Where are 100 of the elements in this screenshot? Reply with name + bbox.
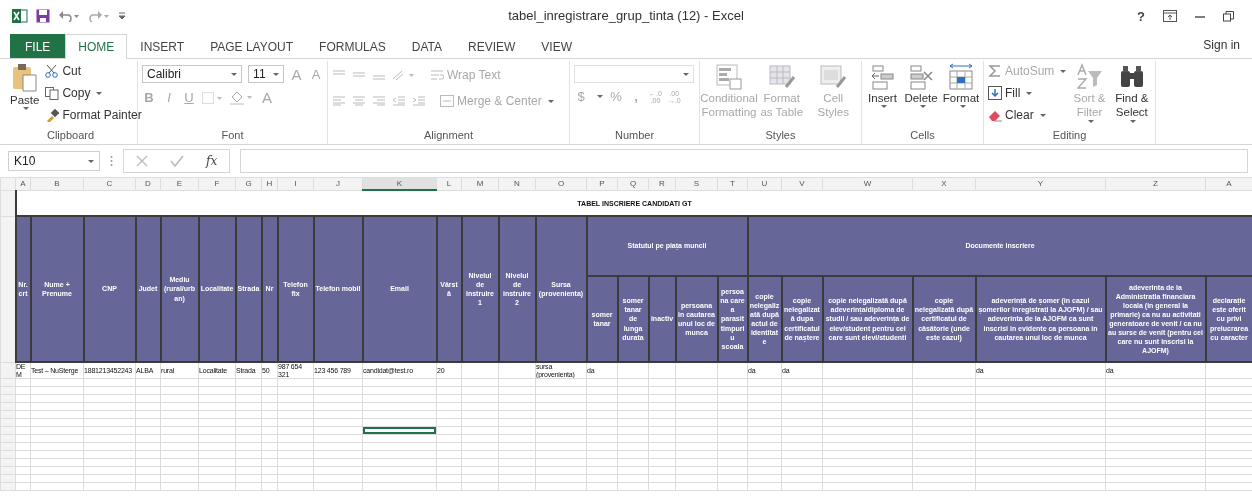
group-label: Styles	[764, 129, 797, 143]
increase-indent-icon[interactable]	[412, 96, 426, 106]
insert-function-button[interactable]: fx	[206, 154, 218, 168]
column-header[interactable]: K	[362, 177, 437, 190]
cells-button[interactable]: Insert	[866, 61, 899, 129]
column-header[interactable]: C	[83, 177, 136, 190]
ribbon-tab[interactable]: REVIEW	[455, 34, 529, 58]
ribbon-tab[interactable]: HOME	[65, 34, 128, 59]
ribbon-tab[interactable]: PAGE LAYOUT	[197, 34, 307, 58]
align-left-icon[interactable]	[332, 96, 346, 106]
caret-icon	[959, 105, 966, 109]
undo-icon[interactable]	[58, 10, 80, 22]
ribbon-tab[interactable]: DATA	[398, 34, 455, 58]
cancel-icon[interactable]	[136, 155, 148, 167]
editing-button[interactable]: Clear	[988, 105, 1067, 125]
column-header[interactable]: V	[781, 177, 823, 190]
font-size-field[interactable]: 11	[248, 65, 284, 83]
fill-color-icon[interactable]	[230, 90, 254, 105]
table-cell[interactable]	[362, 450, 437, 459]
align-center-icon[interactable]	[352, 96, 366, 106]
group-label: Cells	[909, 129, 936, 143]
save-icon[interactable]	[36, 9, 50, 23]
customize-icon[interactable]	[118, 12, 126, 20]
sign-in-link[interactable]: Sign in	[1191, 38, 1252, 58]
more-icon	[110, 155, 113, 167]
help-button[interactable]: ?	[1137, 8, 1145, 24]
font-name-field[interactable]: Calibri	[142, 65, 243, 83]
table-cell[interactable]	[362, 394, 437, 403]
column-header[interactable]: P	[586, 177, 618, 190]
table-cell[interactable]	[362, 418, 437, 427]
ribbon-tab[interactable]: INSERT	[127, 34, 198, 58]
table-cell[interactable]	[362, 402, 437, 411]
column-header[interactable]: I	[277, 177, 314, 190]
ribbon-tab[interactable]: FORMULAS	[306, 34, 399, 58]
caret-icon	[547, 99, 554, 103]
table-cell[interactable]	[362, 426, 437, 435]
table-cell[interactable]	[362, 434, 437, 443]
cells-button[interactable]: Delete	[903, 61, 939, 129]
restore-icon[interactable]	[1223, 10, 1234, 22]
column-header[interactable]: R	[648, 177, 676, 190]
table-cell[interactable]	[362, 442, 437, 451]
column-header[interactable]: X	[912, 177, 976, 190]
align-right-icon[interactable]	[372, 96, 386, 106]
window-title: tabel_inregistrare_grup_tinta (12) - Excel	[508, 8, 744, 23]
caret-icon	[23, 107, 30, 111]
ribbon-display-icon[interactable]	[1163, 10, 1177, 22]
delete-cells-icon	[907, 63, 935, 91]
ribbon-tab[interactable]: FILE	[10, 34, 66, 58]
column-header[interactable]: M	[461, 177, 499, 190]
column-header[interactable]: D	[135, 177, 161, 190]
table-cell[interactable]	[362, 466, 437, 475]
column-header[interactable]: T	[717, 177, 748, 190]
column-header[interactable]: F	[198, 177, 236, 190]
ribbon-tab[interactable]: VIEW	[528, 34, 585, 58]
table-cell[interactable]	[362, 458, 437, 467]
paste-button[interactable]: Paste	[8, 61, 42, 129]
name-box[interactable]: K10	[8, 151, 100, 171]
cells-button[interactable]: Format	[943, 61, 979, 129]
column-header[interactable]: L	[436, 177, 462, 190]
column-header[interactable]: E	[160, 177, 199, 190]
caret-icon	[96, 91, 103, 95]
column-header[interactable]: Q	[617, 177, 649, 190]
column-header[interactable]: B	[30, 177, 84, 190]
wrap-icon	[430, 69, 444, 81]
column-header[interactable]: Y	[975, 177, 1106, 190]
column-header[interactable]: O	[535, 177, 587, 190]
column-header[interactable]: G	[235, 177, 262, 190]
editing-button[interactable]: Fill	[988, 83, 1067, 103]
clipboard-icon	[11, 63, 38, 93]
column-header[interactable]: W	[822, 177, 913, 190]
column-header[interactable]: N	[498, 177, 536, 190]
column-header[interactable]: J	[313, 177, 363, 190]
column-header[interactable]: A	[1205, 177, 1252, 190]
column-header[interactable]: U	[747, 177, 782, 190]
orientation-icon[interactable]	[392, 69, 416, 81]
bar-list-icon	[715, 63, 743, 91]
table-cell[interactable]	[362, 474, 437, 483]
align-middle-icon[interactable]	[352, 70, 366, 80]
copy-button[interactable]: Copy	[45, 83, 142, 103]
table-cell[interactable]	[362, 482, 437, 491]
editing-button[interactable]: Find & Select	[1112, 61, 1151, 129]
cut-button[interactable]: Cut	[45, 61, 142, 81]
table-cell[interactable]	[362, 386, 437, 395]
number-format-field[interactable]	[574, 65, 694, 83]
borders-icon[interactable]	[202, 91, 224, 104]
table-cell[interactable]	[362, 410, 437, 419]
formula-field[interactable]	[240, 149, 1248, 173]
redo-icon[interactable]	[88, 10, 110, 22]
group-label: Alignment	[423, 129, 474, 143]
decrease-indent-icon[interactable]	[392, 96, 406, 106]
format-painter-button[interactable]: Format Painter	[45, 105, 142, 125]
table-cell[interactable]	[362, 378, 437, 387]
group-label: Editing	[1051, 129, 1088, 143]
group-label: Number	[613, 129, 656, 143]
group-label: Clipboard	[45, 129, 96, 143]
copy-icon	[45, 86, 60, 100]
column-header[interactable]: S	[675, 177, 718, 190]
column-header[interactable]: Z	[1105, 177, 1206, 190]
enter-icon[interactable]	[170, 155, 184, 167]
down-arrow-icon	[988, 86, 1002, 100]
